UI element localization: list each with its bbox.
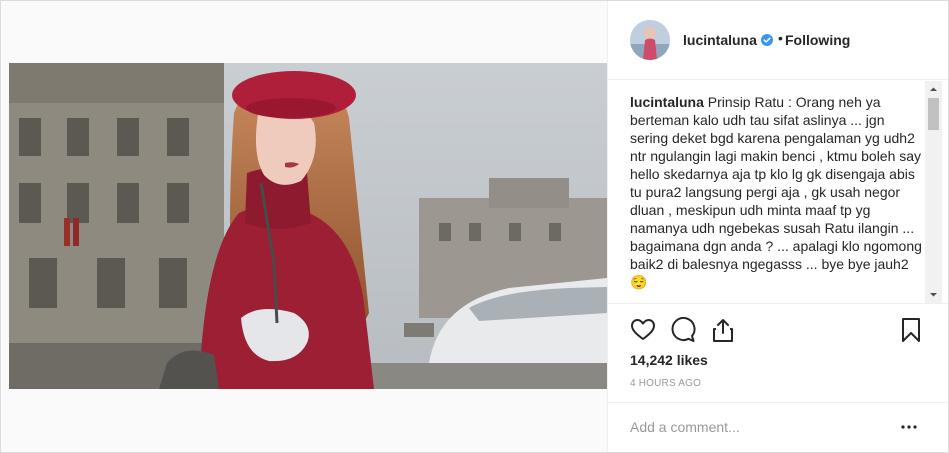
bookmark-icon[interactable] xyxy=(898,317,924,343)
comment-bubble-icon[interactable] xyxy=(670,317,696,343)
caption-username[interactable]: lucintaluna xyxy=(630,94,704,110)
instagram-post: lucintaluna • Following lucintaluna Prin… xyxy=(0,0,949,453)
scroll-up-arrow-icon[interactable] xyxy=(925,81,942,98)
scroll-down-arrow-icon[interactable] xyxy=(925,286,942,303)
avatar[interactable] xyxy=(630,20,670,60)
post-username[interactable]: lucintaluna xyxy=(683,32,757,48)
post-sidebar: lucintaluna • Following lucintaluna Prin… xyxy=(608,1,948,452)
comment-section xyxy=(608,402,948,452)
post-media xyxy=(1,1,608,452)
post-timestamp[interactable]: 4 HOURS AGO xyxy=(630,378,701,389)
action-bar xyxy=(608,303,948,343)
comment-input[interactable] xyxy=(630,418,890,436)
caption-text: Prinsip Ratu : Orang neh ya berteman kal… xyxy=(630,94,922,290)
heart-icon[interactable] xyxy=(630,317,656,343)
more-options-icon[interactable] xyxy=(900,418,918,436)
caption: lucintaluna Prinsip Ratu : Orang neh ya … xyxy=(630,93,926,303)
following-button[interactable]: Following xyxy=(785,32,850,48)
post-photo[interactable] xyxy=(9,63,607,389)
likes-count[interactable]: 14,242 likes xyxy=(630,352,708,368)
post-header: lucintaluna • Following xyxy=(608,1,948,80)
verified-badge-icon xyxy=(761,34,773,46)
avatar-image xyxy=(630,20,670,60)
separator-dot: • xyxy=(778,30,783,46)
caption-scrollbar[interactable] xyxy=(925,81,942,303)
share-icon[interactable] xyxy=(710,317,736,343)
scrollbar-thumb[interactable] xyxy=(928,98,939,130)
